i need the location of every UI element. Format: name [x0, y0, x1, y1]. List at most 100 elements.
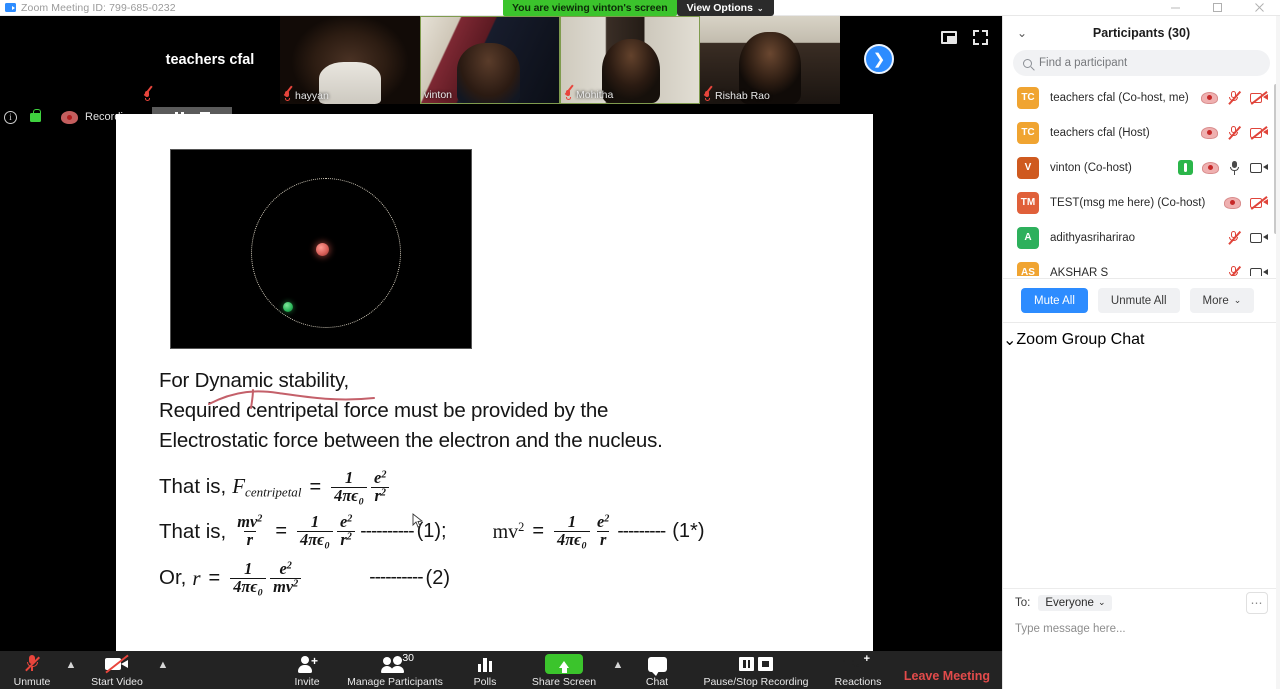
mute-all-button[interactable]: Mute All — [1021, 288, 1088, 313]
view-options-button[interactable]: View Options ⌄ — [676, 0, 774, 16]
picture-in-picture-icon[interactable] — [941, 31, 957, 44]
participant-status-icons — [1178, 160, 1268, 176]
video-tile-display-name: Rishab Rao — [715, 90, 770, 102]
leave-meeting-button[interactable]: Leave Meeting — [904, 669, 990, 683]
lhs-exponent: 2 — [518, 519, 525, 534]
meeting-toolbar: Unmute ▲ Start Video ▲ + Invite 30 Manag… — [0, 651, 1002, 689]
participants-list[interactable]: TC teachers cfal (Co-host, me) TC teache… — [1003, 80, 1280, 276]
participant-row-test-msg-me-here[interactable]: TM TEST(msg me here) (Co-host) — [1003, 185, 1280, 220]
camera-off-icon[interactable] — [1250, 196, 1268, 210]
share-screen-button[interactable]: Share Screen — [521, 651, 607, 688]
mic-on-icon[interactable] — [1228, 160, 1241, 176]
video-tile-vinton[interactable]: vinton — [420, 16, 560, 104]
bohr-atom-diagram — [170, 149, 472, 349]
denominator-base: mv — [273, 576, 294, 596]
chat-recipient-dropdown[interactable]: Everyone ⌄ — [1038, 594, 1113, 611]
toolbar-item-label: Chat — [645, 676, 669, 688]
start-video-button[interactable]: Start Video — [82, 651, 152, 688]
chat-message-area[interactable] — [1003, 356, 1280, 588]
numerator-exponent: 2 — [347, 513, 353, 525]
equation-number-tag: (2) — [425, 566, 450, 589]
video-options-chevron-up-icon[interactable]: ▲ — [152, 651, 174, 671]
close-button[interactable] — [1238, 0, 1280, 16]
equation-lead-text: Or, — [159, 566, 187, 590]
audio-options-chevron-up-icon[interactable]: ▲ — [60, 651, 82, 671]
toolbar-item-label: Reactions — [834, 676, 882, 688]
mic-off-icon — [25, 654, 40, 674]
participant-row-teachers-cfal-me[interactable]: TC teachers cfal (Co-host, me) — [1003, 80, 1280, 115]
shared-screen-slide[interactable]: For Dynamic stability, Required centripe… — [116, 114, 873, 667]
manage-participants-button[interactable]: 30 Manage Participants — [335, 651, 455, 689]
slide-line-1: For Dynamic stability, — [159, 369, 350, 392]
sidebar-scrollbar[interactable] — [1276, 16, 1280, 689]
mic-off-icon[interactable] — [1227, 230, 1241, 246]
numerator-base: e — [279, 558, 287, 578]
more-options-button[interactable]: More ⌄ — [1189, 288, 1255, 313]
participant-row-adithyasriharirao[interactable]: A adithyasriharirao — [1003, 220, 1280, 255]
raise-hand-icon[interactable] — [1178, 160, 1193, 175]
equation-lhs-subscript: centripetal — [245, 484, 302, 500]
screen-share-banner: You are viewing vinton's screen View Opt… — [503, 0, 774, 16]
equation-lhs-symbol: r — [192, 565, 201, 590]
toolbar-item-label: Share Screen — [531, 676, 597, 688]
mic-off-icon — [564, 89, 573, 101]
minimize-button[interactable] — [1154, 0, 1196, 16]
fraction-numerator: mv2 — [234, 514, 265, 531]
participant-row-akshar-s[interactable]: AS AKSHAR S — [1003, 255, 1280, 276]
fraction-numerator: 1 — [310, 512, 320, 532]
video-tile-hayyan[interactable]: hayyan — [280, 16, 420, 104]
numerator-exponent: 2 — [604, 513, 610, 525]
mic-off-icon[interactable] — [1227, 125, 1241, 141]
camera-on-icon[interactable] — [1250, 161, 1268, 174]
chat-button[interactable]: Chat — [631, 651, 683, 688]
fraction-denominator: 4πϵ₀ — [297, 531, 333, 549]
camera-on-icon[interactable] — [1250, 266, 1268, 276]
maximize-button[interactable] — [1196, 0, 1238, 16]
equation-centripetal-force: That is, Fcentripetal = 1 4πϵ₀ e2 r2 — [159, 469, 849, 504]
fraction-coulomb-constant: 1 4πϵ₀ — [554, 514, 590, 548]
video-tile-mohitha[interactable]: Mohitha — [560, 16, 700, 104]
fraction-denominator: mv2 — [270, 576, 302, 596]
encryption-lock-icon[interactable] — [30, 108, 41, 122]
camera-off-icon[interactable] — [1250, 126, 1268, 140]
search-input[interactable] — [1039, 57, 1260, 69]
equation-dash-leader: ---------- — [360, 520, 414, 542]
chevron-down-icon[interactable]: ⌄ — [1017, 26, 1027, 40]
video-tile-teachers-cfal[interactable]: teachers cfal — [140, 16, 280, 104]
equation-equals: = — [532, 520, 545, 543]
participant-row-vinton[interactable]: V vinton (Co-host) — [1003, 150, 1280, 185]
participant-row-teachers-cfal-host[interactable]: TC teachers cfal (Host) — [1003, 115, 1280, 150]
chevron-right-icon[interactable]: ❯ — [864, 44, 894, 74]
record-cloud-icon[interactable] — [1224, 196, 1241, 209]
chat-message-input[interactable]: Type message here... — [1003, 616, 1280, 642]
pause-stop-recording-button[interactable]: Pause/Stop Recording — [689, 651, 823, 688]
unmute-all-button[interactable]: Unmute All — [1097, 288, 1180, 313]
participant-search-box[interactable] — [1013, 50, 1270, 76]
reactions-button[interactable]: + Reactions — [825, 651, 891, 689]
camera-on-icon[interactable] — [1250, 231, 1268, 244]
chevron-down-icon[interactable]: ⌄ — [1003, 330, 1016, 350]
avatar: TC — [1017, 121, 1039, 144]
record-cloud-icon[interactable] — [1201, 126, 1218, 139]
record-cloud-icon[interactable] — [1202, 161, 1219, 174]
pause-stop-recording-icon — [739, 654, 773, 674]
toolbar-item-label: Unmute — [13, 676, 51, 688]
polls-button[interactable]: Polls — [457, 651, 513, 688]
toolbar-item-label: Start Video — [91, 676, 143, 688]
nucleus-icon — [316, 243, 329, 256]
fullscreen-icon[interactable] — [973, 30, 988, 45]
unmute-button[interactable]: Unmute — [4, 651, 60, 688]
equation-lhs-symbol: mv2 — [492, 519, 525, 543]
mic-off-icon[interactable] — [1227, 265, 1241, 276]
window-title: Zoom Meeting ID: 799-685-0232 — [21, 1, 176, 14]
mic-off-icon[interactable] — [1227, 90, 1241, 106]
share-options-chevron-up-icon[interactable]: ▲ — [607, 651, 629, 671]
info-icon[interactable]: i — [4, 110, 17, 124]
invite-button[interactable]: + Invite — [279, 651, 335, 689]
fraction-e-squared-over-r-squared: e2 r2 — [337, 514, 355, 548]
record-cloud-icon[interactable] — [1201, 91, 1218, 104]
participant-status-icons — [1201, 90, 1268, 106]
more-options-icon[interactable]: ⋯ — [1246, 591, 1268, 614]
video-tile-rishab-rao[interactable]: Rishab Rao — [700, 16, 840, 104]
camera-off-icon[interactable] — [1250, 91, 1268, 105]
